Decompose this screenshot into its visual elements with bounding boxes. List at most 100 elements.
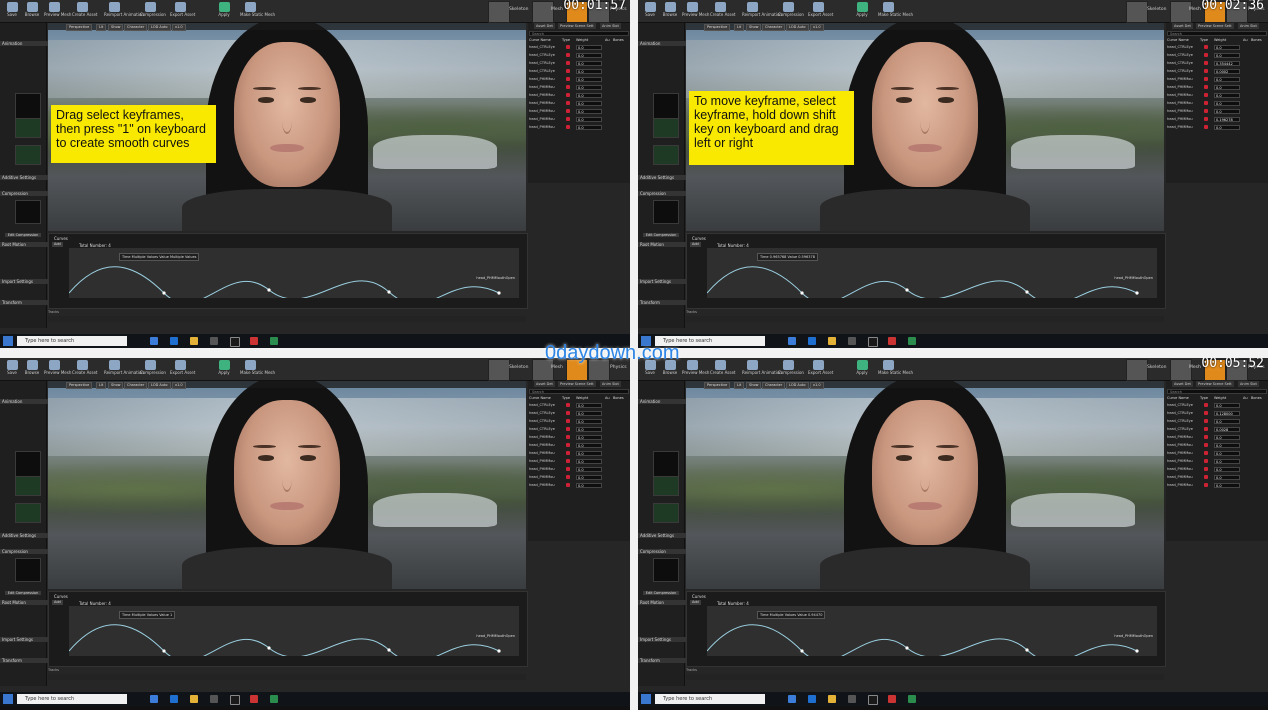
compression-thumbnail[interactable] — [653, 558, 679, 582]
curve-row[interactable]: head_CTRLEye 0.354442 — [1167, 60, 1267, 67]
curve-weight-input[interactable]: 0.0 — [1214, 483, 1240, 488]
show-button[interactable]: Show — [108, 382, 124, 389]
curve-type-icon[interactable] — [566, 53, 570, 57]
curve-type-icon[interactable] — [1204, 125, 1208, 129]
reimport-animation-button[interactable]: Reimport Animation — [742, 359, 782, 379]
keyframe[interactable] — [905, 288, 909, 292]
export-asset-button[interactable]: Export Asset — [808, 1, 833, 21]
save-button[interactable]: Save — [640, 1, 660, 21]
curve-weight-input[interactable]: 0.0 — [576, 125, 602, 130]
curve-weight-input[interactable]: 0.0 — [576, 93, 602, 98]
curve-weight-input[interactable]: 0.354442 — [1214, 61, 1240, 66]
curve-type-icon[interactable] — [566, 427, 570, 431]
section-transform[interactable]: Transform — [638, 658, 686, 663]
curve-type-icon[interactable] — [1204, 45, 1208, 49]
curve-row[interactable]: head_PHMMou 0.0 — [529, 100, 629, 107]
curve-row[interactable]: head_PHMMou 0.0 — [1167, 100, 1267, 107]
curve-editor-tab[interactable]: Curves — [692, 594, 706, 599]
section-additive-settings[interactable]: Additive Settings — [0, 175, 48, 180]
reimport-animation-button[interactable]: Reimport Animation — [104, 359, 144, 379]
character-button[interactable]: Character — [124, 24, 148, 31]
keyframe[interactable] — [800, 649, 804, 653]
app-icon[interactable] — [270, 337, 278, 345]
curve-row[interactable]: head_CTRLEye 0.0 — [529, 402, 629, 409]
curve-type-icon[interactable] — [1204, 101, 1208, 105]
section-root-motion[interactable]: Root Motion — [638, 600, 686, 605]
make-static-mesh-button[interactable]: Make Static Mesh — [878, 1, 913, 21]
store-icon[interactable] — [210, 695, 218, 703]
curve-weight-input[interactable]: 0.0 — [576, 53, 602, 58]
create-asset-button[interactable]: Create Asset — [710, 1, 736, 21]
keyframe[interactable] — [497, 649, 501, 653]
curve-weight-input[interactable]: 0.0 — [576, 117, 602, 122]
curve-weight-input[interactable]: 0.0 — [576, 77, 602, 82]
unreal-icon[interactable] — [868, 695, 878, 705]
app-icon[interactable] — [888, 337, 896, 345]
skeleton-mode-button[interactable] — [1126, 1, 1148, 23]
browse-button[interactable]: Browse — [660, 1, 680, 21]
key-value-box[interactable]: Time 0.965768 Value 0.596378 — [757, 253, 818, 261]
section-animation[interactable]: Animation — [0, 399, 48, 404]
tab-anim-slot[interactable]: Anim Slot — [1238, 381, 1259, 387]
keyframe[interactable] — [800, 291, 804, 295]
curve-type-icon[interactable] — [566, 69, 570, 73]
preview-mesh-button[interactable]: Preview Mesh — [682, 359, 709, 379]
curve-row[interactable]: head_PHMMou 0.0 — [529, 84, 629, 91]
skeleton-mode-button[interactable] — [1126, 359, 1148, 381]
reimport-animation-button[interactable]: Reimport Animation — [742, 1, 782, 21]
timeline-scrubber[interactable] — [686, 674, 1164, 680]
explorer-icon[interactable] — [828, 337, 836, 345]
edge-icon[interactable] — [170, 337, 178, 345]
tab-preview-scene[interactable]: Preview Scene Sett — [1196, 23, 1234, 29]
curve-type-icon[interactable] — [1204, 53, 1208, 57]
curve-type-icon[interactable] — [566, 61, 570, 65]
curve-type-icon[interactable] — [1204, 85, 1208, 89]
curve-row[interactable]: head_CTRLEye 0.0 — [529, 426, 629, 433]
curve-weight-input[interactable]: 0.0 — [576, 411, 602, 416]
curve-weight-input[interactable]: 0.0 — [576, 467, 602, 472]
compression-button[interactable]: Compression — [778, 359, 804, 379]
lit-button[interactable]: Lit — [734, 24, 745, 31]
edit-compression-button[interactable]: Edit Compression — [643, 233, 679, 237]
mesh-mode-button[interactable] — [1170, 359, 1192, 381]
skeleton-mode-button[interactable] — [488, 359, 510, 381]
taskbar-search-input[interactable]: Type here to search — [17, 336, 127, 346]
tab-asset-details[interactable]: Asset Det — [534, 381, 555, 387]
section-animation[interactable]: Animation — [638, 399, 686, 404]
edge-icon[interactable] — [170, 695, 178, 703]
store-icon[interactable] — [848, 337, 856, 345]
curve-row[interactable]: head_CTRLEye 0.0002 — [1167, 68, 1267, 75]
lod-auto-button[interactable]: LOD Auto — [148, 24, 171, 31]
app-icon[interactable] — [908, 337, 916, 345]
curve-type-icon[interactable] — [1204, 483, 1208, 487]
curve-weight-input[interactable]: 0.0 — [576, 61, 602, 66]
curve-search-input[interactable]: Search — [529, 31, 629, 36]
edit-compression-button[interactable]: Edit Compression — [643, 591, 679, 595]
curve-row[interactable]: head_PHMMou 0.0 — [1167, 92, 1267, 99]
tab-anim-slot[interactable]: Anim Slot — [600, 23, 621, 29]
curve-row[interactable]: head_PHMMou 0.0 — [1167, 466, 1267, 473]
curve-type-icon[interactable] — [1204, 435, 1208, 439]
app-icon[interactable] — [908, 695, 916, 703]
curve-weight-input[interactable]: 0.128000 — [1214, 411, 1240, 416]
curve-weight-input[interactable]: 0.0 — [1214, 419, 1240, 424]
curve-type-icon[interactable] — [566, 77, 570, 81]
key-value-box[interactable]: Time Multiple Values Value Multiple Valu… — [119, 253, 200, 261]
keyframe[interactable] — [905, 646, 909, 650]
save-button[interactable]: Save — [2, 1, 22, 21]
playback-speed-button[interactable]: x1.0 — [172, 24, 186, 31]
curve-type-icon[interactable] — [566, 109, 570, 113]
edge-icon[interactable] — [808, 695, 816, 703]
curve-row[interactable]: head_PHMMou 0.0 — [529, 442, 629, 449]
unreal-icon[interactable] — [230, 695, 240, 705]
curve-row[interactable]: head_PHMMou 0.0 — [1167, 458, 1267, 465]
curve-weight-input[interactable]: 0.0 — [1214, 467, 1240, 472]
curve-search-input[interactable]: Search — [529, 389, 629, 394]
curve-row[interactable]: head_CTRLEye 0.0028 — [1167, 426, 1267, 433]
curve-type-icon[interactable] — [566, 443, 570, 447]
curve-type-icon[interactable] — [1204, 411, 1208, 415]
app-icon[interactable] — [270, 695, 278, 703]
curve-row[interactable]: head_CTRLEye 0.0 — [529, 44, 629, 51]
asset-thumbnail[interactable] — [15, 145, 41, 165]
curve-weight-input[interactable]: 0.0 — [576, 443, 602, 448]
